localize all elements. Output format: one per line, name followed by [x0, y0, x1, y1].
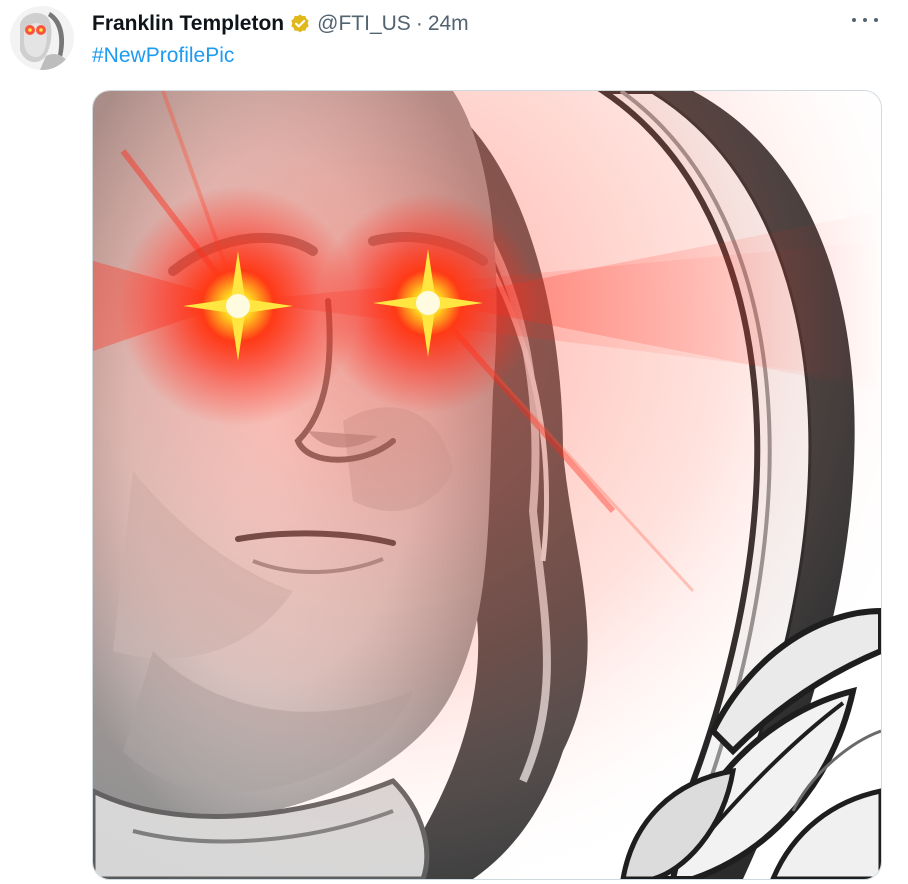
verified-badge-icon	[289, 13, 311, 35]
author-handle[interactable]: @FTI_US	[317, 12, 411, 36]
more-dot	[874, 18, 878, 22]
author-display-name[interactable]: Franklin Templeton	[92, 12, 284, 36]
tweet-timestamp[interactable]: 24m	[428, 12, 469, 36]
hashtag-link[interactable]: #NewProfilePic	[92, 44, 234, 68]
more-dot	[863, 18, 867, 22]
more-options-icon[interactable]	[852, 10, 878, 30]
tweet-media-image[interactable]	[92, 90, 882, 880]
header-separator: ·	[415, 12, 423, 35]
tweet: Franklin Templeton @FTI_US · 24m #NewPro…	[0, 0, 908, 884]
avatar-portrait-image	[10, 6, 74, 70]
author-avatar[interactable]	[10, 6, 74, 70]
profile-pic-illustration	[93, 91, 881, 879]
tweet-header: Franklin Templeton @FTI_US · 24m	[92, 10, 469, 38]
more-dot	[852, 18, 856, 22]
